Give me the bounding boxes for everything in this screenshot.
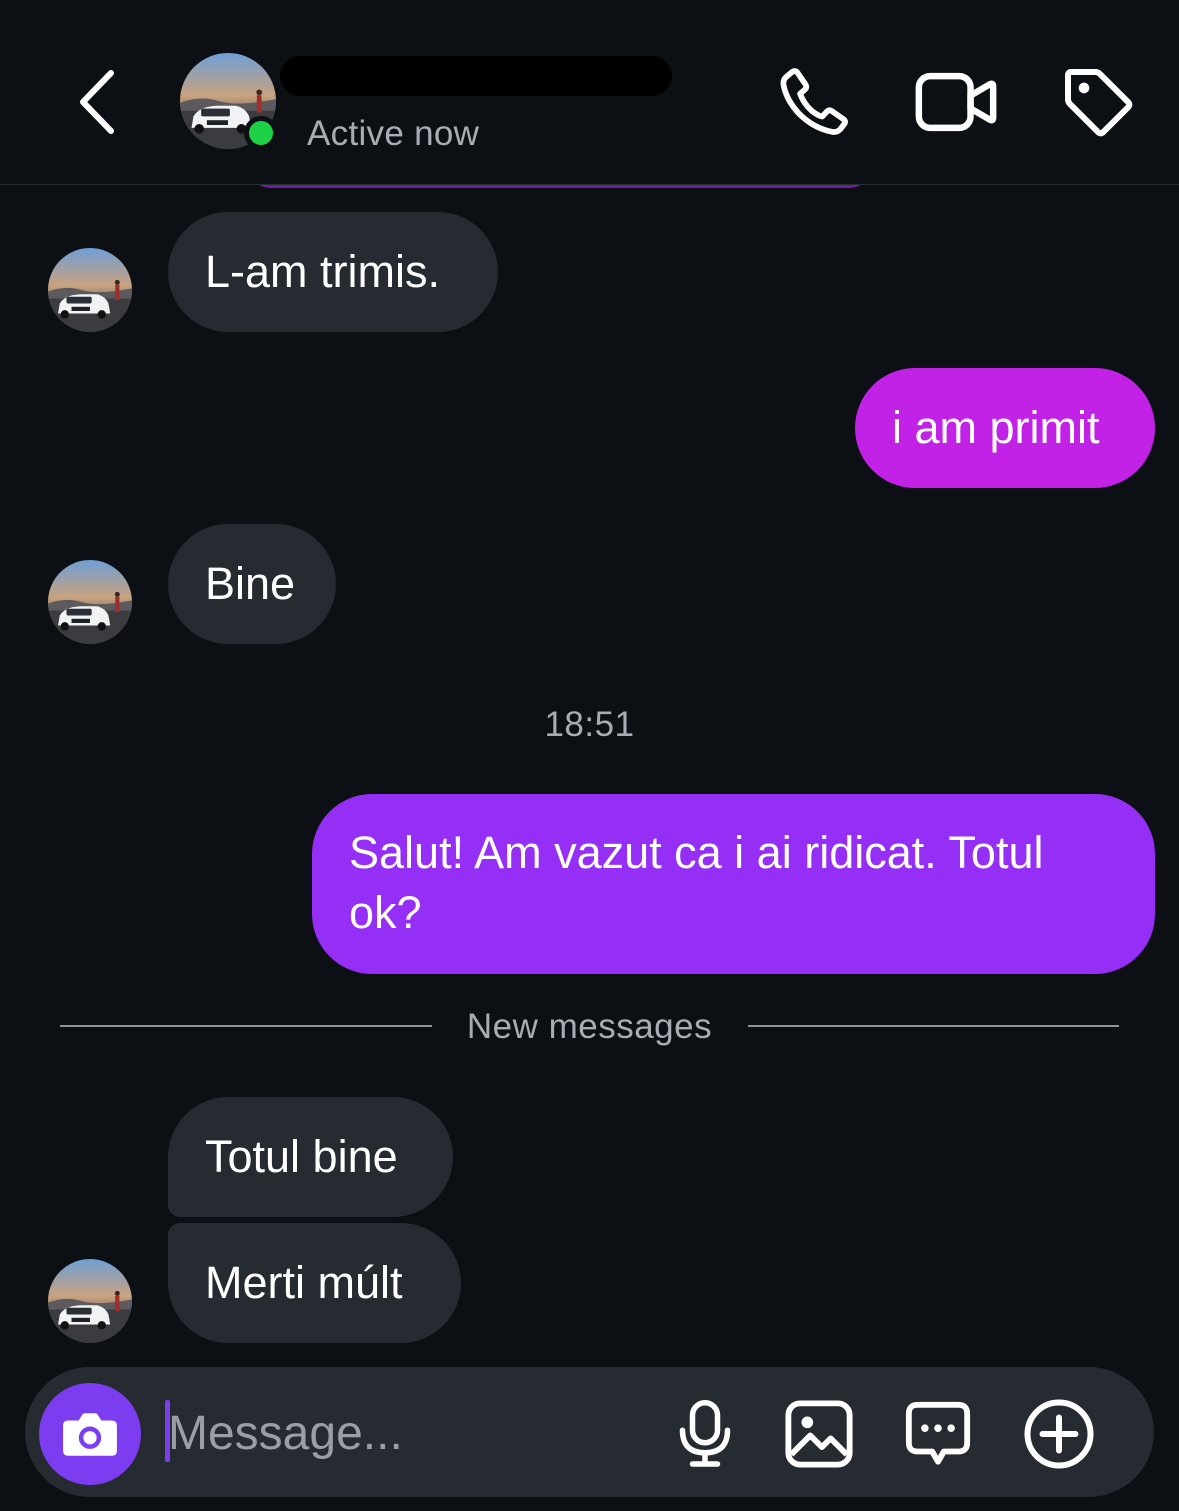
message-input[interactable] [168, 1398, 648, 1468]
image-icon [785, 1400, 853, 1468]
new-messages-divider: New messages [466, 1007, 713, 1046]
message-text: Bine [205, 558, 296, 609]
message-text: i am primit [892, 402, 1100, 453]
back-button[interactable] [62, 62, 132, 142]
message-text: Salut! Am vazut ca i ai ridicat. Totul o… [349, 827, 1044, 938]
sticker-button[interactable] [898, 1394, 978, 1474]
message-timestamp: 18:51 [544, 705, 635, 744]
tag-icon [1065, 69, 1133, 137]
microphone-icon [679, 1400, 731, 1467]
incoming-message-bubble[interactable]: Totul bine [168, 1097, 453, 1217]
sender-avatar[interactable] [48, 248, 132, 332]
message-text: Totul bine [205, 1131, 398, 1182]
incoming-message-bubble[interactable]: Bine [168, 524, 336, 644]
chevron-left-icon [80, 70, 114, 134]
redacted-name-bar [280, 56, 672, 96]
message-text: L-am trimis. [205, 246, 440, 297]
sender-avatar[interactable] [48, 560, 132, 644]
camera-icon [63, 1413, 117, 1456]
incoming-message-bubble[interactable]: Merti múlt [168, 1223, 461, 1343]
audio-call-button[interactable] [772, 60, 856, 144]
phone-icon [780, 68, 848, 135]
voice-message-button[interactable] [665, 1394, 745, 1474]
message-text: Merti múlt [205, 1257, 403, 1308]
video-camera-icon [915, 72, 997, 132]
plus-circle-icon [1024, 1399, 1094, 1469]
chat-header: Active now [0, 0, 1179, 185]
divider-line-right [748, 1025, 1119, 1027]
outgoing-message-bubble[interactable]: i am primit [855, 368, 1155, 488]
tag-button[interactable] [1056, 60, 1140, 144]
chat-bubble-icon [905, 1401, 971, 1465]
camera-button[interactable] [39, 1383, 141, 1485]
outgoing-message-bubble[interactable]: Salut! Am vazut ca i ai ridicat. Totul o… [312, 794, 1155, 974]
sender-avatar[interactable] [48, 1259, 132, 1343]
more-options-button[interactable] [1019, 1394, 1099, 1474]
gallery-button[interactable] [779, 1394, 859, 1474]
video-call-button[interactable] [914, 60, 998, 144]
online-indicator [244, 116, 278, 150]
incoming-message-bubble[interactable]: L-am trimis. [168, 212, 498, 332]
active-status: Active now [307, 114, 480, 153]
